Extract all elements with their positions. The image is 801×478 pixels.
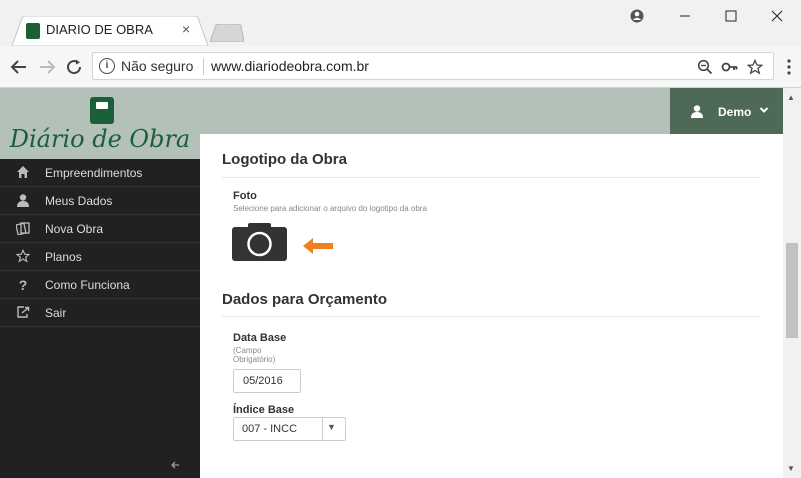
bookmark-star-icon[interactable] — [746, 57, 764, 79]
maximize-icon[interactable] — [708, 4, 754, 28]
sidebar-item-nova-obra[interactable]: Nova Obra — [0, 215, 200, 243]
index-base-value: 007 - INCC — [242, 423, 298, 435]
index-base-select[interactable]: 007 - INCC ▼ — [233, 417, 346, 441]
arrow-left-icon — [303, 238, 333, 254]
brand-logo[interactable]: Diário de Obra — [0, 88, 200, 159]
forward-icon[interactable] — [35, 55, 59, 79]
browser-menu-icon[interactable] — [777, 55, 801, 79]
browser-toolbar: i Não seguro www.diariodeobra.com.br — [0, 46, 801, 88]
section-title-budget: Dados para Orçamento — [222, 291, 388, 308]
main-content: Logotipo da Obra Foto Selecione para adi… — [200, 134, 783, 478]
section-title-logo: Logotipo da Obra — [222, 151, 347, 168]
camera-icon[interactable] — [232, 223, 287, 261]
scroll-up-icon[interactable]: ▲ — [787, 93, 795, 102]
new-tab-button[interactable] — [210, 24, 244, 42]
diario-favicon-icon — [26, 23, 40, 39]
sidebar-item-label: Sair — [45, 306, 67, 320]
base-date-required-hint: Obrigatório) — [233, 355, 276, 364]
select-divider — [322, 418, 323, 440]
notebook-icon — [90, 97, 114, 124]
base-date-label: Data Base — [233, 332, 287, 344]
star-icon — [14, 248, 32, 266]
caret-down-icon: ▼ — [327, 422, 336, 432]
sidebar-item-meus-dados[interactable]: Meus Dados — [0, 187, 200, 215]
sidebar-item-sair[interactable]: Sair — [0, 299, 200, 327]
page-scrollbar[interactable]: ▲ ▼ — [783, 88, 801, 478]
address-bar[interactable]: i Não seguro www.diariodeobra.com.br — [92, 52, 774, 80]
collapse-sidebar-icon[interactable] — [170, 458, 180, 473]
chevron-down-icon — [759, 104, 769, 118]
user-name: Demo — [718, 105, 752, 119]
photo-hint: Selecione para adicionar o arquivo do lo… — [233, 204, 427, 213]
reload-icon[interactable] — [62, 55, 86, 79]
section-divider — [222, 177, 760, 178]
sidebar: Diário de Obra Empreendimentos Meus Dado… — [0, 88, 200, 478]
documents-icon — [14, 221, 32, 238]
logout-icon — [14, 305, 32, 322]
sidebar-item-label: Meus Dados — [45, 194, 113, 208]
close-window-icon[interactable] — [754, 4, 800, 28]
minimize-icon[interactable] — [662, 4, 708, 28]
tab-title: DIARIO DE OBRA — [46, 22, 153, 37]
scroll-down-icon[interactable]: ▼ — [787, 464, 795, 473]
page-header: Demo — [200, 88, 783, 134]
profile-icon[interactable] — [614, 4, 660, 28]
sidebar-item-empreendimentos[interactable]: Empreendimentos — [0, 159, 200, 187]
sidebar-item-como-funciona[interactable]: ? Como Funciona — [0, 271, 200, 299]
sidebar-item-label: Como Funciona — [45, 278, 130, 292]
sidebar-item-planos[interactable]: Planos — [0, 243, 200, 271]
base-date-required-hint: (Campo — [233, 346, 262, 355]
back-icon[interactable] — [7, 55, 31, 79]
address-separator — [203, 58, 204, 75]
browser-tab[interactable]: DIARIO DE OBRA × — [12, 16, 208, 46]
user-menu-button[interactable]: Demo — [670, 88, 783, 134]
scrollbar-thumb[interactable] — [786, 243, 798, 338]
base-date-input[interactable]: 05/2016 — [233, 369, 301, 393]
security-label[interactable]: Não seguro — [121, 58, 193, 74]
user-icon — [14, 193, 32, 210]
info-icon[interactable]: i — [99, 58, 115, 74]
sidebar-item-label: Empreendimentos — [45, 166, 143, 180]
index-base-label: Índice Base — [233, 404, 295, 416]
question-icon: ? — [18, 277, 28, 293]
logo-text: Diário de Obra — [9, 125, 191, 153]
key-icon[interactable] — [721, 57, 739, 79]
zoom-icon[interactable] — [697, 57, 713, 79]
url-text[interactable]: www.diariodeobra.com.br — [211, 58, 369, 74]
sidebar-item-label: Nova Obra — [45, 222, 104, 236]
sidebar-item-label: Planos — [45, 250, 82, 264]
photo-label: Foto — [233, 190, 257, 202]
section-divider — [222, 316, 760, 317]
browser-titlebar: DIARIO DE OBRA × — [0, 0, 801, 46]
tab-close-icon[interactable]: × — [182, 21, 190, 37]
home-icon — [14, 165, 32, 182]
user-icon — [690, 104, 704, 121]
